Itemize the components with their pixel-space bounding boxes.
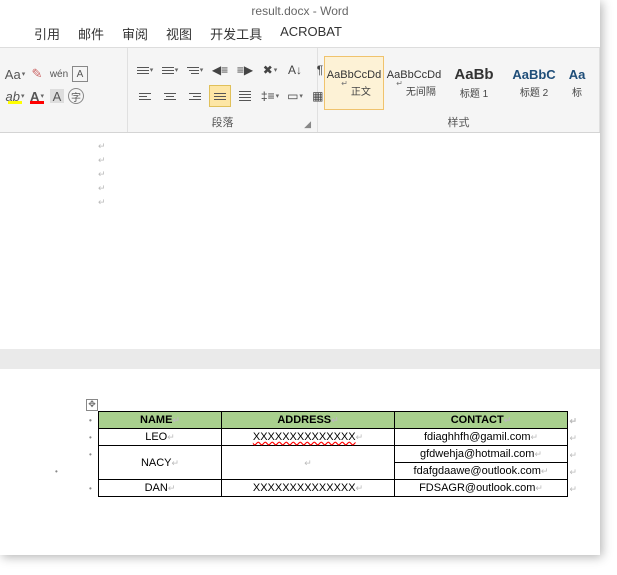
font-group: Aa▾ ✎ wén A ab ▾ A xyxy=(0,48,128,132)
table-row[interactable]: •LEO↵ XXXXXXXXXXXXXX↵ fdiaghhfh@gamil.co… xyxy=(99,429,568,446)
line-spacing-button[interactable]: ‡≡▾ xyxy=(259,85,281,107)
increase-indent-button[interactable]: ≡▶ xyxy=(234,59,256,81)
tab-review[interactable]: 审阅 xyxy=(122,24,148,43)
character-shading-button[interactable]: A xyxy=(50,89,64,103)
highlight-color-button[interactable]: ab ▾ xyxy=(6,87,24,105)
numbering-button[interactable]: ▾ xyxy=(159,59,181,81)
asian-layout-button[interactable]: ✖▾ xyxy=(259,59,281,81)
font-group-label xyxy=(6,118,121,132)
paragraph-group: ▾ ▾ ▾ ◀≡ ≡▶ ✖▾ A↓ ¶ xyxy=(128,48,318,132)
clear-formatting-button[interactable]: ✎ xyxy=(28,65,46,83)
style-heading-2[interactable]: AaBbC 标题 2 xyxy=(504,56,564,110)
align-distributed-button[interactable] xyxy=(234,85,256,107)
sort-button[interactable]: A↓ xyxy=(284,59,306,81)
style-heading-1[interactable]: AaBb 标题 1 xyxy=(444,56,504,110)
table-row[interactable]: •NACY↵ ↵ gfdwehja@hotmail.com↵↵ xyxy=(99,446,568,463)
style-heading-3[interactable]: Aa 标 xyxy=(564,56,590,110)
character-border-button[interactable]: A xyxy=(72,66,88,82)
font-color-button[interactable]: A ▾ xyxy=(28,87,46,105)
multilevel-list-button[interactable]: ▾ xyxy=(184,59,206,81)
styles-gallery: AaBbCcDd ↵正文 AaBbCcDd ↵无间隔 AaBb 标题 1 AaB… xyxy=(324,56,590,110)
ribbon: Aa▾ ✎ wén A ab ▾ A xyxy=(0,47,600,133)
tab-acrobat[interactable]: ACROBAT xyxy=(280,24,342,43)
style-normal[interactable]: AaBbCcDd ↵正文 xyxy=(324,56,384,110)
enclose-characters-button[interactable]: 字 xyxy=(68,88,84,104)
ribbon-tabs: 引用 邮件 审阅 视图 开发工具 ACROBAT xyxy=(0,22,600,47)
header-contact[interactable]: CONTACT↵ ↵ xyxy=(395,412,568,429)
header-address[interactable]: ADDRESS↵ xyxy=(222,412,395,429)
tab-references[interactable]: 引用 xyxy=(34,24,60,43)
page-gap xyxy=(0,349,600,369)
decrease-indent-button[interactable]: ◀≡ xyxy=(209,59,231,81)
paragraph-launcher-icon[interactable]: ◢ xyxy=(304,119,311,130)
title-bar: result.docx - Word xyxy=(0,0,600,22)
document-area[interactable]: ✥ • NAME↵ ADDRESS↵ CONTACT↵ ↵ xyxy=(0,133,600,555)
page-1-content xyxy=(0,133,600,209)
page-2-content: ✥ • NAME↵ ADDRESS↵ CONTACT↵ ↵ xyxy=(0,369,600,497)
phonetic-guide-button[interactable]: wén xyxy=(50,65,68,83)
align-right-button[interactable] xyxy=(184,85,206,107)
tab-mailings[interactable]: 邮件 xyxy=(78,24,104,43)
styles-group-label: 样式 xyxy=(324,114,593,132)
table-row[interactable]: •DAN↵ XXXXXXXXXXXXXX↵ FDSAGR@outlook.com… xyxy=(99,480,568,497)
shading-button[interactable]: ▭▾ xyxy=(284,85,306,107)
font-color-swatch xyxy=(30,101,44,104)
tab-developer[interactable]: 开发工具 xyxy=(210,24,262,43)
change-case-button[interactable]: Aa▾ xyxy=(6,65,24,83)
highlight-color-swatch xyxy=(8,101,22,104)
align-center-button[interactable] xyxy=(159,85,181,107)
header-name[interactable]: • NAME↵ xyxy=(99,412,222,429)
align-justify-button[interactable] xyxy=(209,85,231,107)
app-window: result.docx - Word 引用 邮件 审阅 视图 开发工具 ACRO… xyxy=(0,0,600,555)
data-table[interactable]: • NAME↵ ADDRESS↵ CONTACT↵ ↵ xyxy=(98,411,568,497)
align-left-button[interactable] xyxy=(134,85,156,107)
bullets-button[interactable]: ▾ xyxy=(134,59,156,81)
table-move-handle[interactable]: ✥ xyxy=(86,399,98,411)
styles-group: AaBbCcDd ↵正文 AaBbCcDd ↵无间隔 AaBb 标题 1 AaB… xyxy=(318,48,600,132)
window-title: result.docx - Word xyxy=(251,4,348,18)
tab-view[interactable]: 视图 xyxy=(166,24,192,43)
style-no-spacing[interactable]: AaBbCcDd ↵无间隔 xyxy=(384,56,444,110)
paragraph-group-label: 段落 ◢ xyxy=(134,114,311,132)
